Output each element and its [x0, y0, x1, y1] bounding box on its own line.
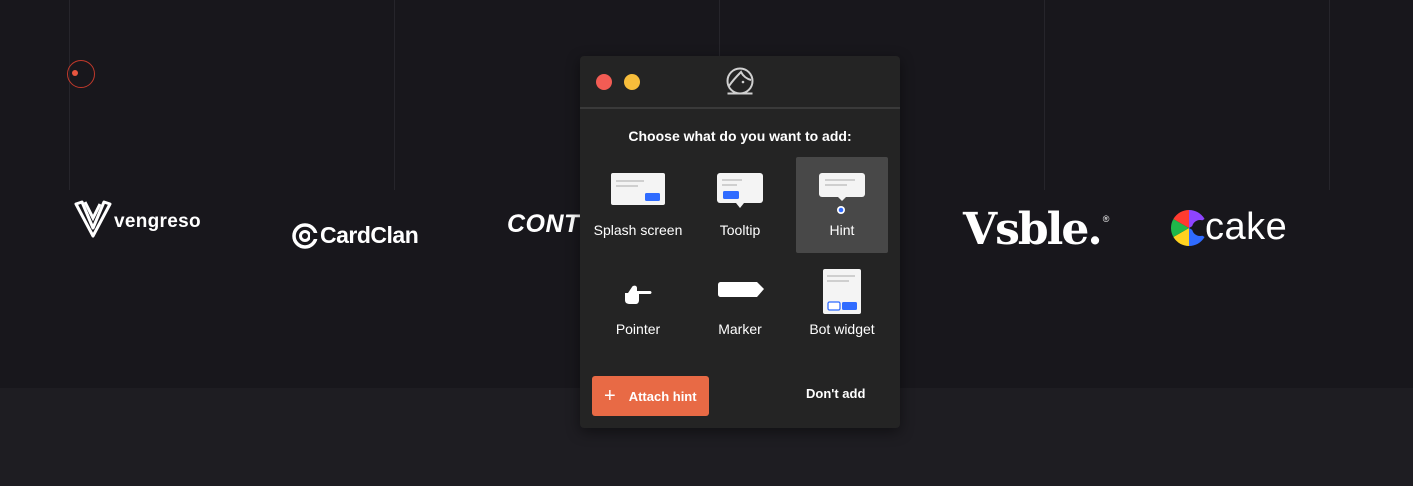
- logo-cake: cake: [1171, 206, 1287, 249]
- logo-cake-text: cake: [1205, 206, 1288, 248]
- logo-cardclan-text: CardClan: [320, 222, 419, 248]
- grid-line: [1329, 0, 1330, 190]
- option-label: Pointer: [615, 321, 661, 337]
- logo-cardclan: CardClan: [292, 222, 419, 249]
- add-element-dialog: Choose what do you want to add: Splash s…: [580, 56, 900, 428]
- option-label: Splash screen: [593, 222, 683, 238]
- logo-conti: CONTI: [507, 210, 587, 239]
- attach-hint-button[interactable]: + Attach hint: [592, 376, 709, 416]
- hint-icon: [819, 173, 865, 214]
- cardclan-c-icon: [292, 222, 318, 249]
- grid-line: [394, 0, 395, 190]
- pointer-hand-icon: [625, 285, 652, 304]
- option-pointer[interactable]: Pointer: [592, 257, 684, 353]
- option-hint[interactable]: Hint: [796, 157, 888, 253]
- logo-vsble-text: Vsble.: [963, 204, 1103, 255]
- option-bot-widget[interactable]: Bot widget: [796, 257, 888, 353]
- logo-vsble: Vsble. ®: [963, 204, 1109, 255]
- option-splash-screen[interactable]: Splash screen: [592, 157, 684, 253]
- option-label: Bot widget: [809, 321, 875, 337]
- cake-color-wheel-icon: [1171, 209, 1207, 246]
- grid-line: [1044, 0, 1045, 190]
- logo-vengreso-text: vengreso: [114, 211, 201, 232]
- marker-icon: [718, 282, 764, 297]
- option-tooltip[interactable]: Tooltip: [694, 157, 786, 253]
- close-window-button[interactable]: [596, 74, 612, 90]
- bot-widget-icon: [823, 269, 861, 314]
- grid-line: [69, 0, 70, 190]
- cursor-dot: [72, 70, 78, 76]
- minimize-window-button[interactable]: [624, 74, 640, 90]
- logo-conti-text: CONTI: [507, 210, 588, 238]
- splash-screen-icon: [611, 173, 665, 205]
- dialog-heading: Choose what do you want to add:: [628, 128, 852, 144]
- option-label: Hint: [829, 222, 855, 238]
- brand-face-icon: [726, 67, 754, 95]
- dialog-titlebar: [580, 56, 900, 109]
- dont-add-button[interactable]: Don't add: [806, 386, 865, 401]
- option-label: Tooltip: [719, 222, 761, 238]
- option-label: Marker: [718, 321, 762, 337]
- logo-vengreso: vengreso: [74, 198, 201, 238]
- logo-vsble-registered: ®: [1102, 214, 1109, 224]
- option-marker[interactable]: Marker: [694, 257, 786, 353]
- attach-hint-label: Attach hint: [628, 388, 697, 404]
- plus-icon: +: [604, 385, 616, 407]
- vengreso-v-icon: [74, 200, 112, 238]
- tooltip-icon: [717, 173, 763, 208]
